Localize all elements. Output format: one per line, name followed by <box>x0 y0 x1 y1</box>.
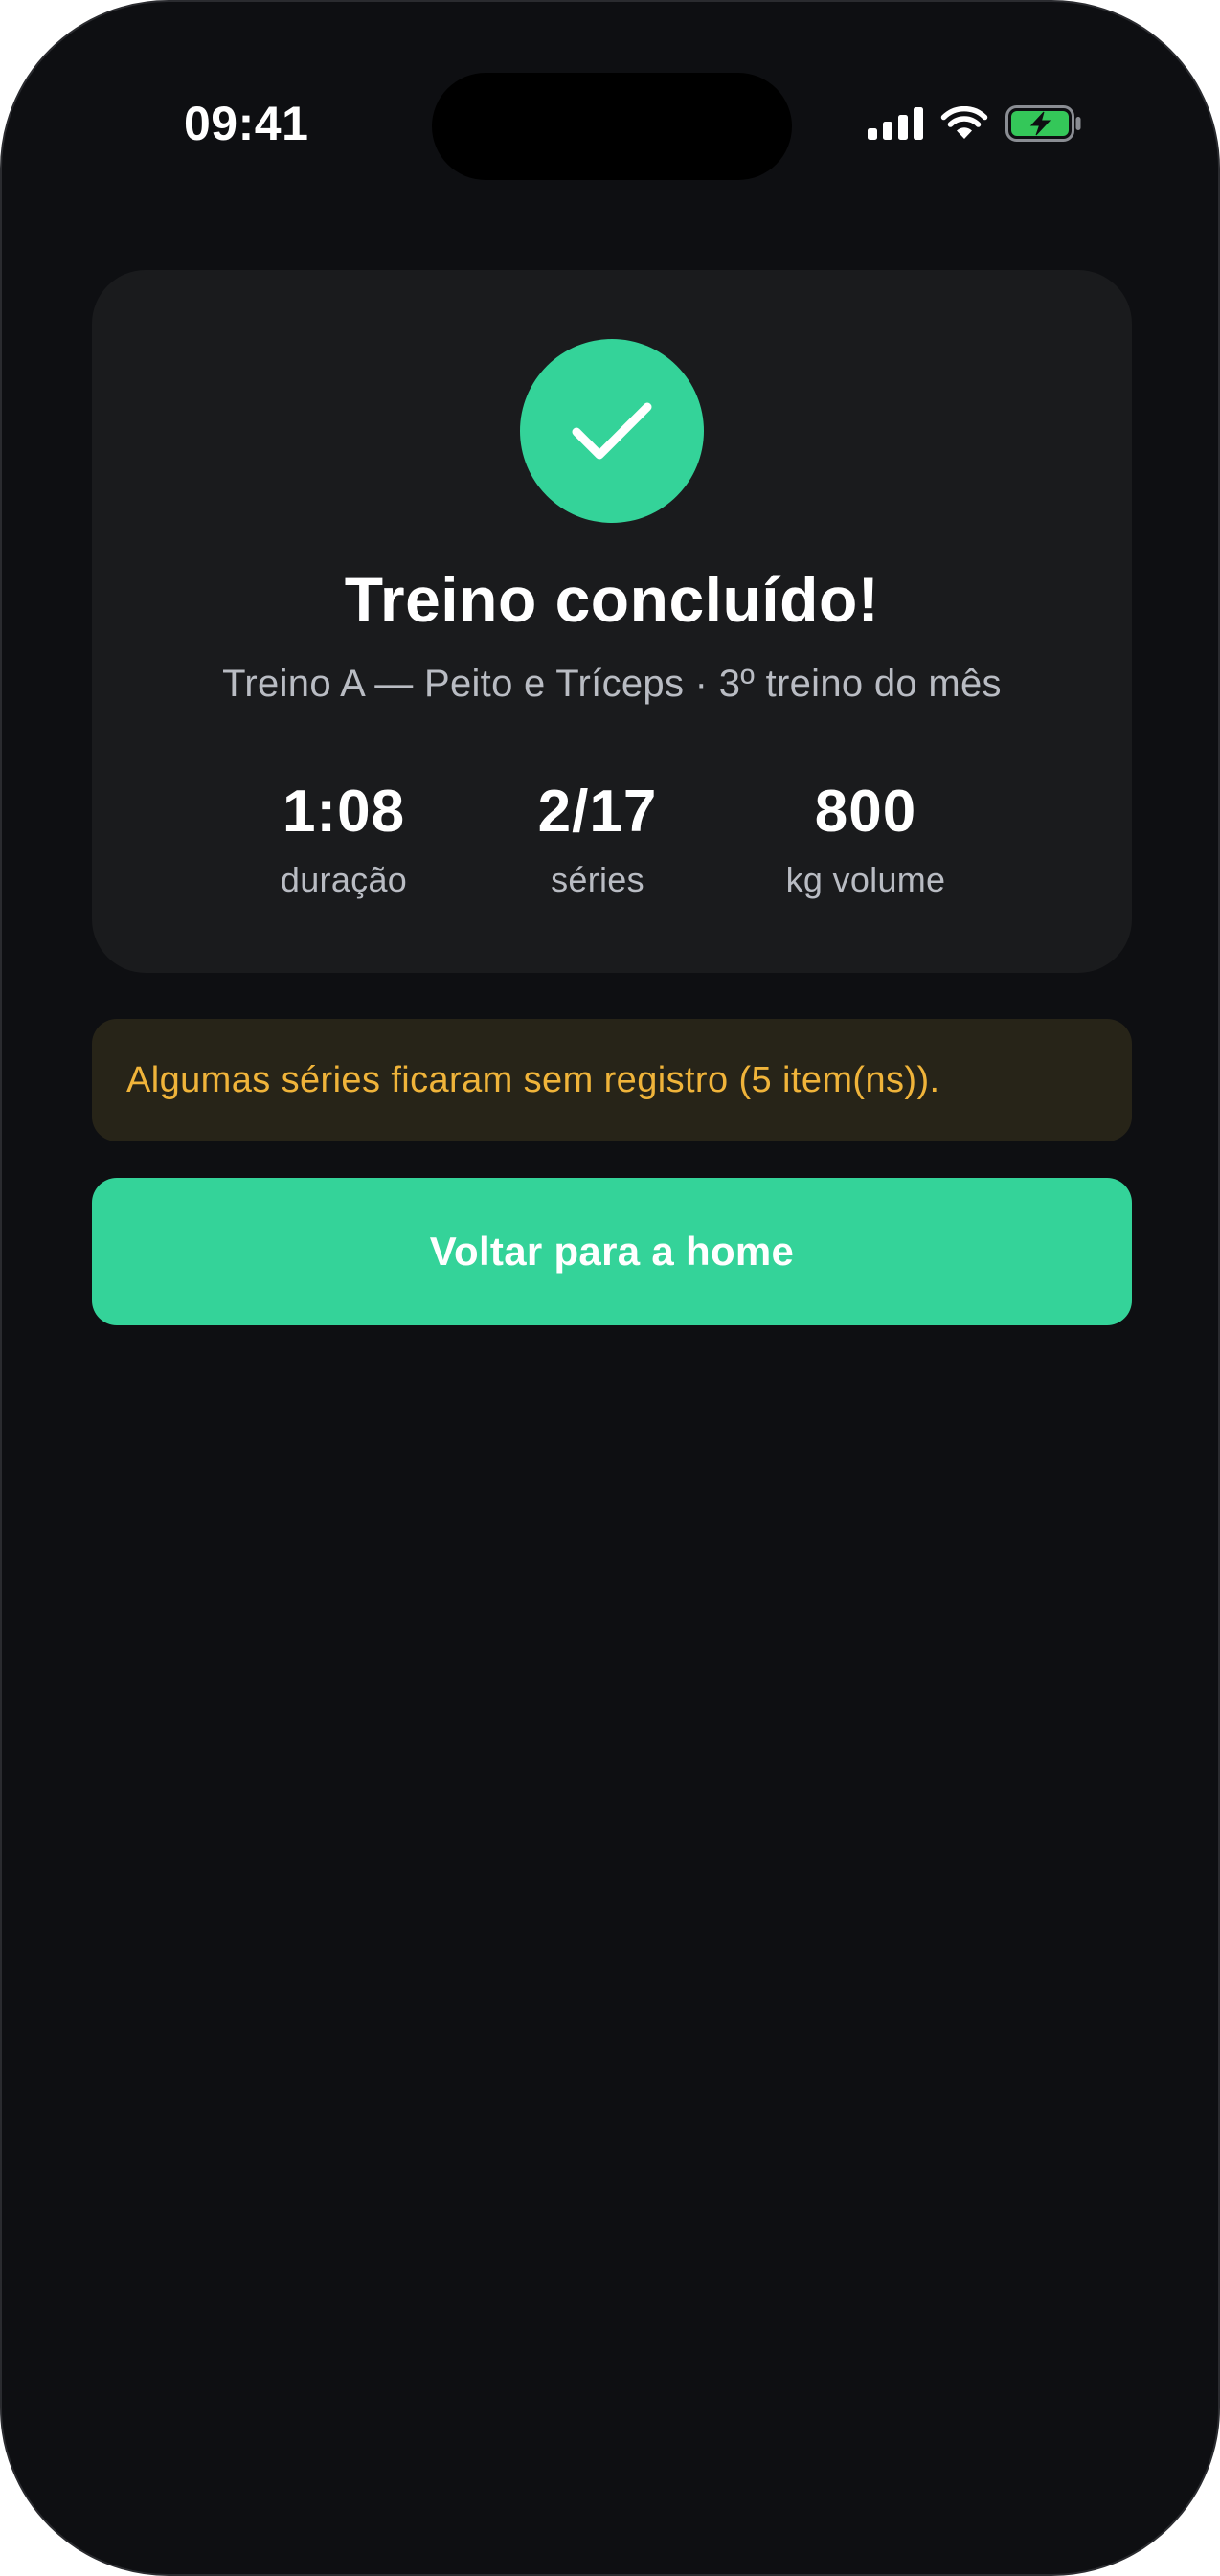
stat-volume: 800 kg volume <box>722 778 1009 900</box>
back-to-home-button[interactable]: Voltar para a home <box>92 1178 1132 1325</box>
missing-sets-warning: Algumas séries ficaram sem registro (5 i… <box>92 1019 1132 1141</box>
stat-duration-value: 1:08 <box>282 779 406 845</box>
page-title: Treino concluído! <box>344 564 880 635</box>
stat-sets: 2/17 séries <box>454 778 741 900</box>
workout-stats: 1:08 duração 2/17 séries 800 kg volume <box>92 778 1132 931</box>
phone-screen: 09:41 Treino concluído! Treino A — Peito… <box>0 0 1220 2576</box>
workout-summary-card: Treino concluído! Treino A — Peito e Trí… <box>92 270 1132 973</box>
stat-duration-label: duração <box>280 860 408 899</box>
battery-charging-icon <box>1005 105 1082 142</box>
stat-volume-label: kg volume <box>785 860 946 899</box>
stat-volume-value: 800 <box>814 779 917 845</box>
stat-duration: 1:08 duração <box>200 778 487 900</box>
status-icons <box>868 105 1082 142</box>
dynamic-island <box>432 73 792 180</box>
stat-sets-label: séries <box>551 860 644 899</box>
stat-sets-value: 2/17 <box>537 779 658 845</box>
warning-text: Algumas séries ficaram sem registro (5 i… <box>126 1059 940 1100</box>
wifi-icon <box>940 106 988 141</box>
cellular-signal-icon <box>868 107 923 140</box>
workout-subtitle: Treino A — Peito e Tríceps · 3º treino d… <box>222 663 1002 705</box>
checkmark-icon <box>520 339 704 523</box>
status-time: 09:41 <box>184 97 309 150</box>
